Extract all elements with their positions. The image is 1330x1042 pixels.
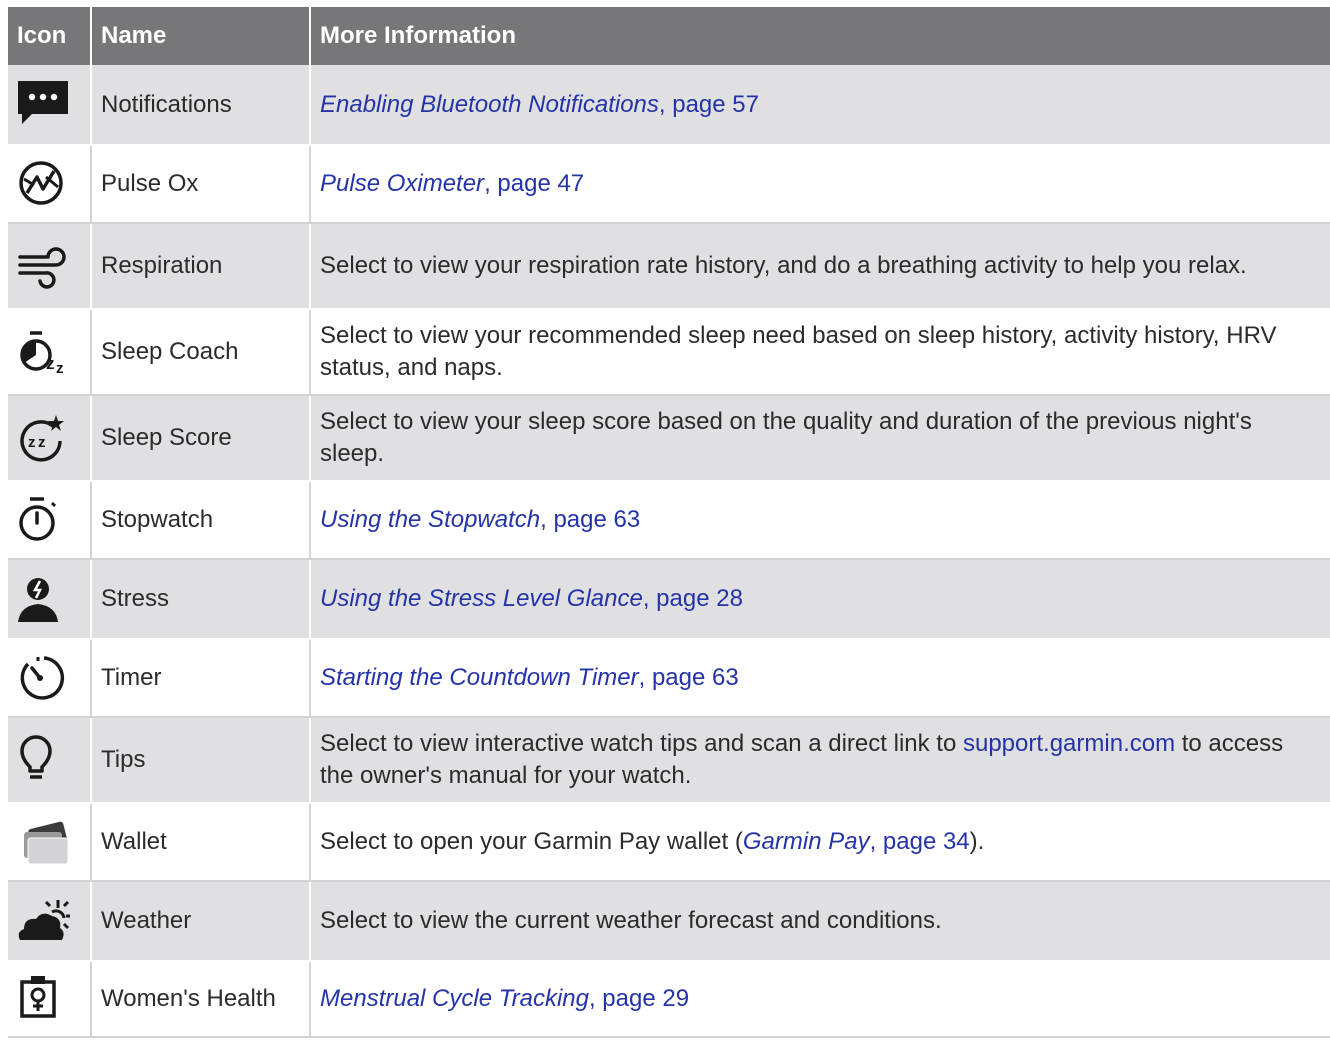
row-name: Respiration — [91, 223, 311, 310]
row-name: Sleep Coach — [91, 309, 311, 396]
header-info: More Information — [310, 7, 1330, 65]
row-info: Select to view your recommended sleep ne… — [310, 309, 1330, 396]
stress-icon — [18, 578, 58, 622]
page-reference[interactable]: , page 28 — [643, 585, 743, 612]
row-info: Using the Stopwatch, page 63 — [310, 481, 1330, 560]
row-info: Select to view interactive watch tips an… — [310, 717, 1330, 804]
row-info: Select to view the current weather forec… — [310, 881, 1330, 962]
sleep-score-icon: z z — [20, 415, 64, 462]
table-row: z z Sleep Coach Select to view your reco… — [8, 309, 1330, 396]
header-icon: Icon — [8, 7, 92, 65]
timer-icon — [20, 656, 65, 700]
row-name: Stopwatch — [91, 481, 311, 560]
page-reference[interactable]: , page 57 — [659, 91, 759, 118]
pulse-ox-icon — [19, 161, 63, 205]
row-name: Wallet — [91, 803, 311, 882]
womens-health-icon — [20, 976, 56, 1018]
page-reference[interactable]: , page 63 — [639, 664, 739, 691]
table-row: Women's Health Menstrual Cycle Tracking,… — [8, 961, 1330, 1038]
sleep-coach-icon: z z — [20, 331, 64, 377]
cross-reference-link[interactable]: Starting the Countdown Timer — [320, 664, 639, 691]
row-name: Weather — [91, 881, 311, 962]
page-reference[interactable]: , page 29 — [589, 985, 689, 1012]
svg-text:z: z — [46, 354, 55, 373]
svg-text:z: z — [56, 360, 64, 377]
page-reference[interactable]: , page 34 — [870, 828, 970, 855]
table-row: Stress Using the Stress Level Glance, pa… — [8, 559, 1330, 640]
table-row: Wallet Select to open your Garmin Pay wa… — [8, 803, 1330, 882]
header-name: Name — [91, 7, 311, 65]
row-info: Using the Stress Level Glance, page 28 — [310, 559, 1330, 640]
svg-text:z: z — [28, 434, 36, 451]
table-row: z z Sleep Score Select to view your slee… — [8, 395, 1330, 482]
table-row: Weather Select to view the current weath… — [8, 881, 1330, 962]
svg-text:z: z — [38, 434, 46, 451]
weather-icon — [18, 900, 70, 940]
page-reference[interactable]: , page 63 — [540, 506, 640, 533]
features-table: Icon Name More Information Notifications… — [8, 7, 1330, 1038]
row-info: Starting the Countdown Timer, page 63 — [310, 639, 1330, 718]
row-info: Enabling Bluetooth Notifications, page 5… — [310, 65, 1330, 146]
cross-reference-link[interactable]: Pulse Oximeter — [320, 170, 484, 197]
cross-reference-link[interactable]: Garmin Pay — [743, 828, 870, 855]
table-row: Stopwatch Using the Stopwatch, page 63 — [8, 481, 1330, 560]
cross-reference-link[interactable]: Using the Stopwatch — [320, 506, 540, 533]
features-table-page: Icon Name More Information Notifications… — [0, 0, 1330, 1042]
row-name: Tips — [91, 717, 311, 804]
row-info: Select to open your Garmin Pay wallet (G… — [310, 803, 1330, 882]
table-row: Timer Starting the Countdown Timer, page… — [8, 639, 1330, 718]
lightbulb-icon — [20, 735, 52, 779]
table-header: Icon Name More Information — [8, 7, 1330, 65]
row-info: Menstrual Cycle Tracking, page 29 — [310, 961, 1330, 1038]
stopwatch-icon — [19, 497, 57, 541]
cross-reference-link[interactable]: Using the Stress Level Glance — [320, 585, 643, 612]
row-info: Select to view your sleep score based on… — [310, 395, 1330, 482]
table-row: Notifications Enabling Bluetooth Notific… — [8, 65, 1330, 146]
row-name: Pulse Ox — [91, 145, 311, 224]
row-info: Pulse Oximeter, page 47 — [310, 145, 1330, 224]
page-reference[interactable]: , page 47 — [484, 170, 584, 197]
info-text: Select to view interactive watch tips an… — [320, 730, 963, 757]
info-text: ). — [969, 828, 985, 855]
support-link[interactable]: support.garmin.com — [963, 730, 1175, 757]
row-name: Women's Health — [91, 961, 311, 1038]
table-row: Respiration Select to view your respirat… — [8, 223, 1330, 310]
table-row: Tips Select to view interactive watch ti… — [8, 717, 1330, 804]
row-name: Sleep Score — [91, 395, 311, 482]
notification-bubble-icon — [18, 80, 68, 124]
row-name: Stress — [91, 559, 311, 640]
cross-reference-link[interactable]: Menstrual Cycle Tracking — [320, 985, 589, 1012]
row-name: Timer — [91, 639, 311, 718]
row-name: Notifications — [91, 65, 311, 146]
wallet-cards-icon — [24, 821, 69, 865]
cross-reference-link[interactable]: Enabling Bluetooth Notifications — [320, 91, 659, 118]
respiration-icon — [18, 247, 66, 289]
info-text: Select to open your Garmin Pay wallet ( — [320, 828, 743, 855]
row-info: Select to view your respiration rate his… — [310, 223, 1330, 310]
table-row: Pulse Ox Pulse Oximeter, page 47 — [8, 145, 1330, 224]
